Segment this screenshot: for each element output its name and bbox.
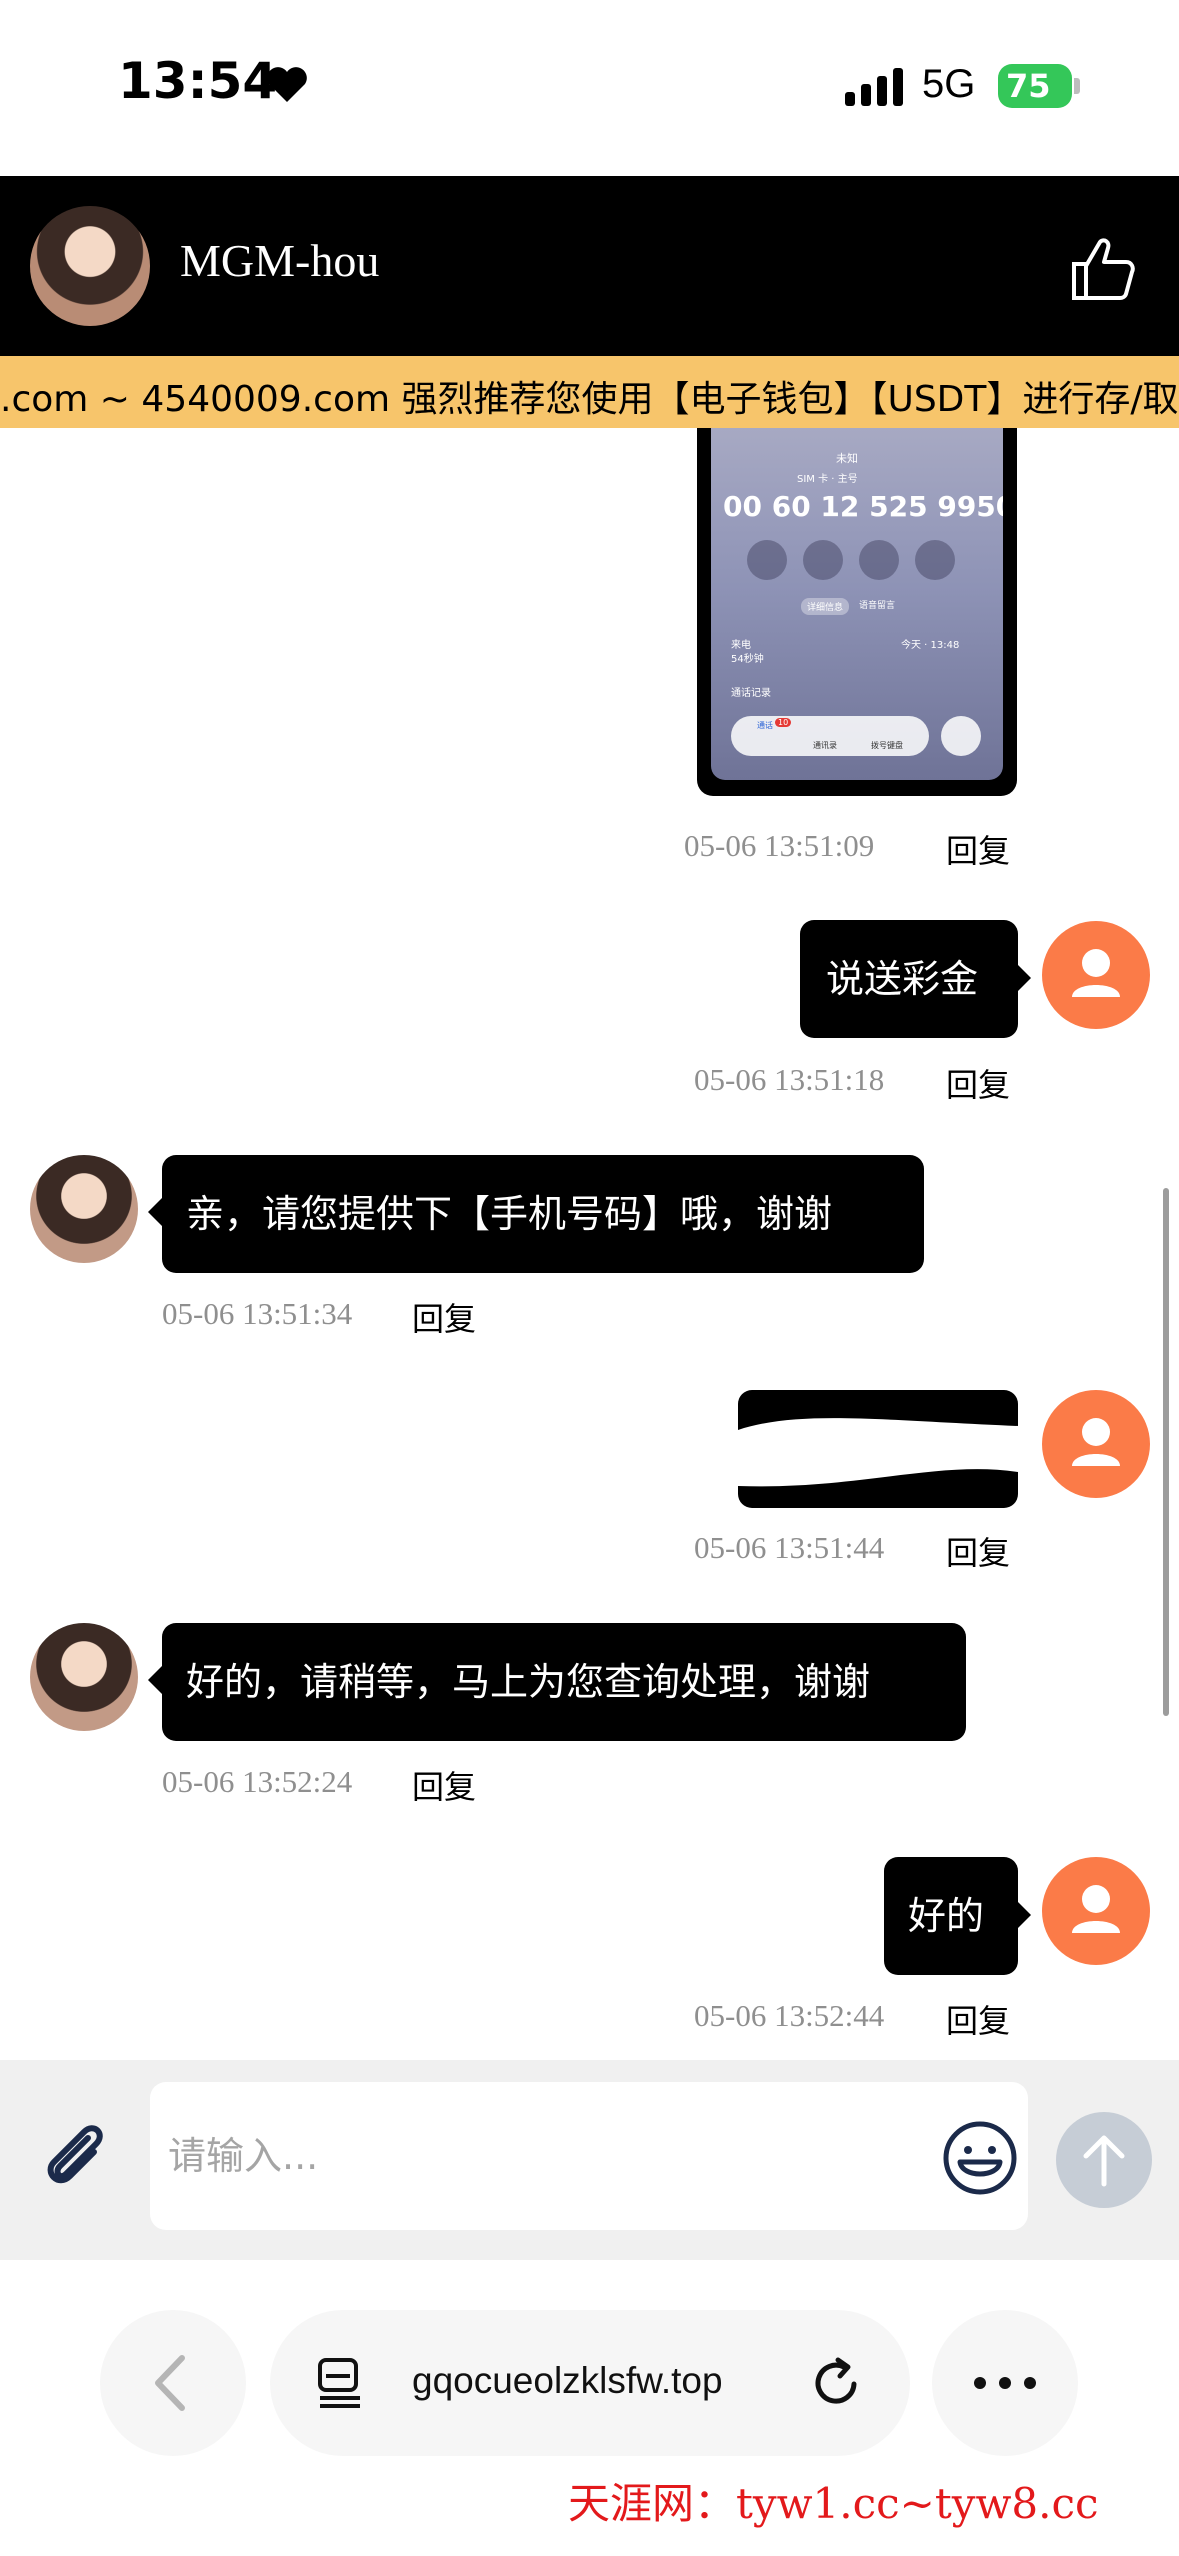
announcement-marquee: .com ~ 4540009.com 强烈推荐您使用【电子钱包】【USDT】进行…: [0, 356, 1179, 428]
network-label: 5G: [922, 62, 976, 106]
screenshot-badge: 10: [775, 718, 792, 727]
reader-icon[interactable]: [314, 2356, 368, 2410]
status-time: 13:54: [118, 52, 278, 110]
reply-button[interactable]: 回复: [946, 1528, 1010, 1574]
signal-icon: [845, 68, 903, 106]
agent-name: MGM-hou: [180, 235, 380, 286]
agent-avatar: [30, 1155, 138, 1263]
screenshot-call-duration: 54秒钟: [731, 654, 764, 665]
heart-icon: [267, 67, 307, 102]
phone-screenshot: 未知 SIM 卡 · 主号 00 60 12 525 9950 详细信息 语音留…: [711, 428, 1003, 780]
chevron-left-icon: [155, 2355, 185, 2411]
reply-button[interactable]: 回复: [946, 1996, 1010, 2042]
user-avatar: [1042, 921, 1150, 1029]
reply-button[interactable]: 回复: [946, 1060, 1010, 1106]
agent-avatar[interactable]: [30, 206, 150, 326]
screenshot-call-time: 今天 · 13:48: [901, 640, 960, 651]
user-icon: [1072, 1418, 1120, 1466]
mail-icon: [915, 540, 955, 580]
screenshot-tab-keypad: 拨号键盘: [871, 741, 903, 750]
marquee-text: .com ~ 4540009.com 强烈推荐您使用【电子钱包】【USDT】进行…: [0, 379, 1179, 420]
message-bubble: 好的，请稍等，马上为您查询处理，谢谢: [162, 1623, 966, 1741]
message-timestamp: 05-06 13:51:09: [684, 828, 875, 863]
message-bubble: 好的: [884, 1857, 1018, 1975]
message-input[interactable]: [150, 2082, 1028, 2230]
bubble-tail: [148, 1666, 162, 1694]
status-bar: 13:54 5G 75: [0, 0, 1179, 176]
message-input-bar: [0, 2060, 1179, 2260]
chat-header: MGM-hou: [0, 176, 1179, 356]
agent-avatar: [30, 1623, 138, 1731]
screenshot-sim-label: SIM 卡 · 主号: [797, 474, 858, 485]
screenshot-tab-contacts: 通讯录: [813, 741, 837, 750]
bubble-tail: [1017, 1901, 1031, 1929]
message-timestamp: 05-06 13:52:44: [694, 1998, 885, 2033]
screenshot-call-type: 来电: [731, 640, 751, 651]
reload-icon[interactable]: [808, 2354, 866, 2412]
video-icon: [859, 540, 899, 580]
message-icon: [747, 540, 787, 580]
more-icon: [974, 2377, 1036, 2389]
screenshot-caller-label: 未知: [836, 452, 858, 465]
chat-scrollbar[interactable]: [1163, 1188, 1169, 1716]
bubble-tail: [1017, 964, 1031, 992]
emoji-icon[interactable]: [940, 2118, 1020, 2198]
battery-indicator: 75: [998, 64, 1072, 108]
redacted-message: [738, 1390, 1018, 1508]
message-timestamp: 05-06 13:51:34: [162, 1296, 353, 1331]
site-watermark: 天涯网：tyw1.cc~tyw8.cc: [568, 2479, 1099, 2528]
reply-button[interactable]: 回复: [412, 1294, 476, 1340]
user-icon: [1072, 1885, 1120, 1933]
paperclip-icon[interactable]: [36, 2116, 116, 2196]
bubble-tail: [148, 1198, 162, 1226]
message-bubble: 说送彩金: [800, 920, 1018, 1038]
reply-button[interactable]: 回复: [946, 826, 1010, 872]
battery-nub: [1074, 78, 1080, 94]
screenshot-call-log: 通话记录: [731, 688, 771, 699]
redaction-scribble: [738, 1418, 1018, 1487]
phone-icon: [803, 540, 843, 580]
screenshot-tab-recent: 通话: [757, 721, 773, 730]
arrow-up-icon: [1083, 2135, 1125, 2187]
message-bubble: 亲，请您提供下【手机号码】哦，谢谢: [162, 1155, 924, 1273]
url-text: gqocueolzklsfw.top: [412, 2360, 723, 2401]
user-icon: [1072, 949, 1120, 997]
image-message[interactable]: 未知 SIM 卡 · 主号 00 60 12 525 9950 详细信息 语音留…: [697, 428, 1017, 796]
reply-button[interactable]: 回复: [412, 1762, 476, 1808]
screenshot-tab-bar: 通话 通讯录 拨号键盘 10: [731, 716, 929, 756]
send-button[interactable]: [1056, 2112, 1152, 2208]
user-avatar: [1042, 1857, 1150, 1965]
address-bar[interactable]: gqocueolzklsfw.top: [270, 2310, 910, 2456]
screenshot-chip-details: 详细信息: [801, 598, 850, 615]
screenshot-chip-voicemail: 语音留言: [859, 601, 896, 611]
search-icon: [941, 716, 981, 756]
message-timestamp: 05-06 13:52:24: [162, 1764, 353, 1799]
message-timestamp: 05-06 13:51:18: [694, 1062, 885, 1097]
screenshot-phone-number: 00 60 12 525 9950: [723, 490, 1003, 523]
message-timestamp: 05-06 13:51:44: [694, 1530, 885, 1565]
browser-back-button[interactable]: [100, 2310, 246, 2456]
thumbs-up-icon[interactable]: [1068, 234, 1138, 304]
more-button[interactable]: [932, 2310, 1078, 2456]
user-avatar: [1042, 1390, 1150, 1498]
